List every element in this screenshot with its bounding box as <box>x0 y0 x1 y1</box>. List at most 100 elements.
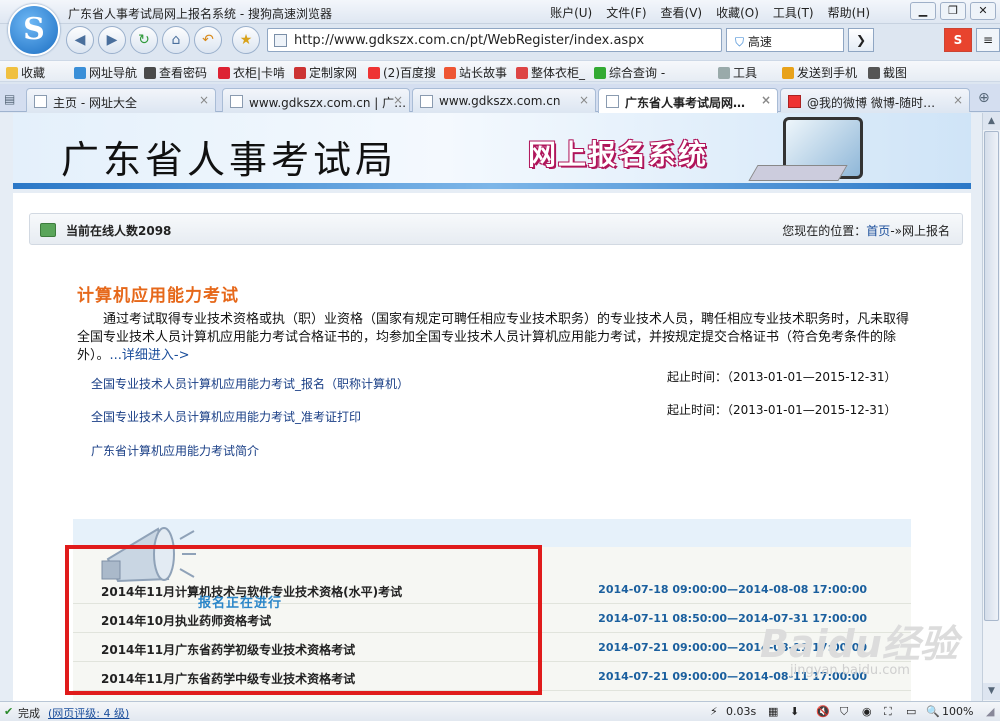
close-tab-icon[interactable]: × <box>393 93 403 107</box>
refresh-icon[interactable]: ↻ <box>130 26 158 54</box>
tab-bar: 主页 - 网址大全 × www.gdkszx.com.cn | 广… × www.g… <box>0 84 1000 113</box>
breadcrumb-home[interactable]: 首页 <box>866 224 890 238</box>
menu-account[interactable]: 账户(U) <box>550 4 592 21</box>
scroll-thumb[interactable] <box>984 131 999 621</box>
page-icon <box>230 95 243 108</box>
breadcrumb-current: 网上报名 <box>901 224 950 238</box>
site-icon <box>594 67 606 79</box>
fav-item[interactable]: (2)百度搜 <box>368 64 436 81</box>
window-icon[interactable]: ▭ <box>906 705 916 718</box>
scissors-icon <box>868 67 880 79</box>
tab[interactable]: www.gdkszx.com.cn × <box>412 88 596 112</box>
close-icon[interactable]: ✕ <box>970 2 996 20</box>
tab[interactable]: 主页 - 网址大全 × <box>26 88 216 112</box>
undo-icon[interactable]: ↶ <box>194 26 222 54</box>
maximize-icon[interactable]: ❐ <box>940 2 966 20</box>
fav-item[interactable]: 站长故事 <box>444 64 507 81</box>
menu-icon[interactable]: ≡ <box>976 28 1000 52</box>
fav-item[interactable]: 查看密码 <box>144 64 207 81</box>
menu-help[interactable]: 帮助(H) <box>828 4 870 21</box>
details-link[interactable]: ...详细进入-> <box>110 348 190 363</box>
menu-favorites[interactable]: 收藏(O) <box>716 4 759 21</box>
tab-active[interactable]: 广东省人事考试局网… × <box>598 88 778 113</box>
zoom-level[interactable]: 100% <box>942 705 973 718</box>
watermark-url: jingyan.baidu.com <box>790 663 910 678</box>
home-icon <box>34 95 47 108</box>
online-count: 当前在线人数2098 <box>66 224 172 238</box>
back-icon[interactable]: ◀ <box>66 26 94 54</box>
screenshot-button[interactable]: 截图 <box>868 64 907 81</box>
close-tab-icon[interactable]: × <box>199 93 209 107</box>
fav-item[interactable]: 定制家网 <box>294 64 357 81</box>
minimize-icon[interactable]: ▁ <box>910 2 936 20</box>
forward-icon[interactable]: ▶ <box>98 26 126 54</box>
org-name: 广东省人事考试局 <box>61 138 398 182</box>
menu-tools[interactable]: 工具(T) <box>773 4 814 21</box>
shield-icon <box>74 67 86 79</box>
site-icon <box>294 67 306 79</box>
menu-view[interactable]: 查看(V) <box>661 4 703 21</box>
status-text: 完成 <box>18 707 40 720</box>
shield-icon[interactable]: ⛉ <box>840 705 848 719</box>
mute-icon[interactable]: 🔇 <box>816 705 830 718</box>
tab[interactable]: www.gdkszx.com.cn | 广… × <box>222 88 410 112</box>
highlight-box <box>65 545 542 695</box>
title-bar: 广东省人事考试局网上报名系统 - 搜狗高速浏览器 账户(U) 文件(F) 查看(… <box>0 0 1000 24</box>
star-icon[interactable]: ★ <box>232 26 260 54</box>
speed-mode-dropdown[interactable]: ⛉ 高速 <box>726 28 844 52</box>
tab-list-icon[interactable]: ▤ <box>4 92 15 106</box>
banner-stripe <box>13 183 971 189</box>
eye-icon[interactable]: ◉ <box>862 705 872 718</box>
exam-link-ticket[interactable]: 全国专业技术人员计算机应用能力考试_准考证打印 <box>91 408 361 425</box>
zoom-icon[interactable]: 🔍 <box>926 705 940 718</box>
exam-dates: 2014-07-18 09:00:00—2014-08-08 17:00:00 <box>598 583 867 596</box>
load-time: 0.03s <box>726 705 757 718</box>
close-tab-icon[interactable]: × <box>579 93 589 107</box>
exam-link-register[interactable]: 全国专业技术人员计算机应用能力考试_报名（职称计算机） <box>91 375 409 392</box>
tab[interactable]: @我的微博 微博-随时… × <box>780 88 970 112</box>
period-text: 起止时间：（2013-01-01—2015-12-31） <box>667 370 897 384</box>
menu-file[interactable]: 文件(F) <box>606 4 646 21</box>
resize-grip-icon[interactable]: ◢ <box>986 705 994 718</box>
close-tab-icon[interactable]: × <box>953 93 963 107</box>
watermark: Baidu经验 <box>760 622 958 666</box>
k-icon <box>218 67 230 79</box>
page-icon <box>606 95 619 108</box>
fav-item[interactable]: 收藏 <box>6 64 45 81</box>
window-title: 广东省人事考试局网上报名系统 - 搜狗高速浏览器 <box>68 7 332 21</box>
weibo-icon <box>788 95 801 108</box>
url-text[interactable]: http://www.gdkszx.com.cn/pt/WebRegister/… <box>294 33 644 48</box>
download-icon[interactable]: ⬇ <box>790 705 799 718</box>
window-controls: ▁ ❐ ✕ <box>910 2 996 20</box>
site-banner: 广东省人事考试局 网上报名系统 <box>13 113 971 189</box>
page-rating[interactable]: (网页评级: 4 级) <box>48 705 129 721</box>
browser-logo[interactable]: S <box>8 4 60 56</box>
check-icon: ✔ <box>4 705 14 718</box>
fullscreen-icon[interactable]: ⛶ <box>884 705 892 719</box>
page-icon <box>420 95 433 108</box>
keyboard-icon <box>748 165 848 181</box>
vertical-scrollbar[interactable]: ▲ ▼ <box>982 113 1000 701</box>
search-engine-icon[interactable]: S <box>944 28 972 52</box>
fav-item[interactable]: 整体衣柜_ <box>516 64 585 81</box>
close-tab-icon[interactable]: × <box>761 93 771 107</box>
address-bar[interactable]: http://www.gdkszx.com.cn/pt/WebRegister/… <box>267 28 722 52</box>
page-icon <box>274 34 287 47</box>
go-icon[interactable]: ❯ <box>848 28 874 52</box>
new-tab-icon[interactable]: ⊕ <box>978 90 990 106</box>
section-description: 通过考试取得专业技术资格或执（职）业资格（国家有规定可聘任相应专业技术职务）的专… <box>77 312 910 363</box>
speed-icon: ⚡ <box>710 705 718 718</box>
fav-item[interactable]: 网址导航 <box>74 64 137 81</box>
site-icon <box>516 67 528 79</box>
tools-button[interactable]: 工具 <box>718 64 757 81</box>
grid-icon[interactable]: ▦ <box>768 705 778 718</box>
fav-item[interactable]: 综合查询 - <box>594 64 665 81</box>
period-text: 起止时间：（2013-01-01—2015-12-31） <box>667 403 897 417</box>
send-to-phone-button[interactable]: 发送到手机 <box>782 64 857 81</box>
scroll-up-icon[interactable]: ▲ <box>983 113 1000 130</box>
fav-item[interactable]: 衣柜|卡啃 <box>218 64 285 81</box>
home-icon[interactable]: ⌂ <box>162 26 190 54</box>
status-bar: ✔ 完成 (网页评级: 4 级) ⚡ 0.03s ▦ ⬇ 🔇 ⛉ ◉ ⛶ ▭ 🔍… <box>0 701 1000 721</box>
scroll-down-icon[interactable]: ▼ <box>983 683 1000 700</box>
exam-link-intro[interactable]: 广东省计算机应用能力考试简介 <box>91 442 259 459</box>
